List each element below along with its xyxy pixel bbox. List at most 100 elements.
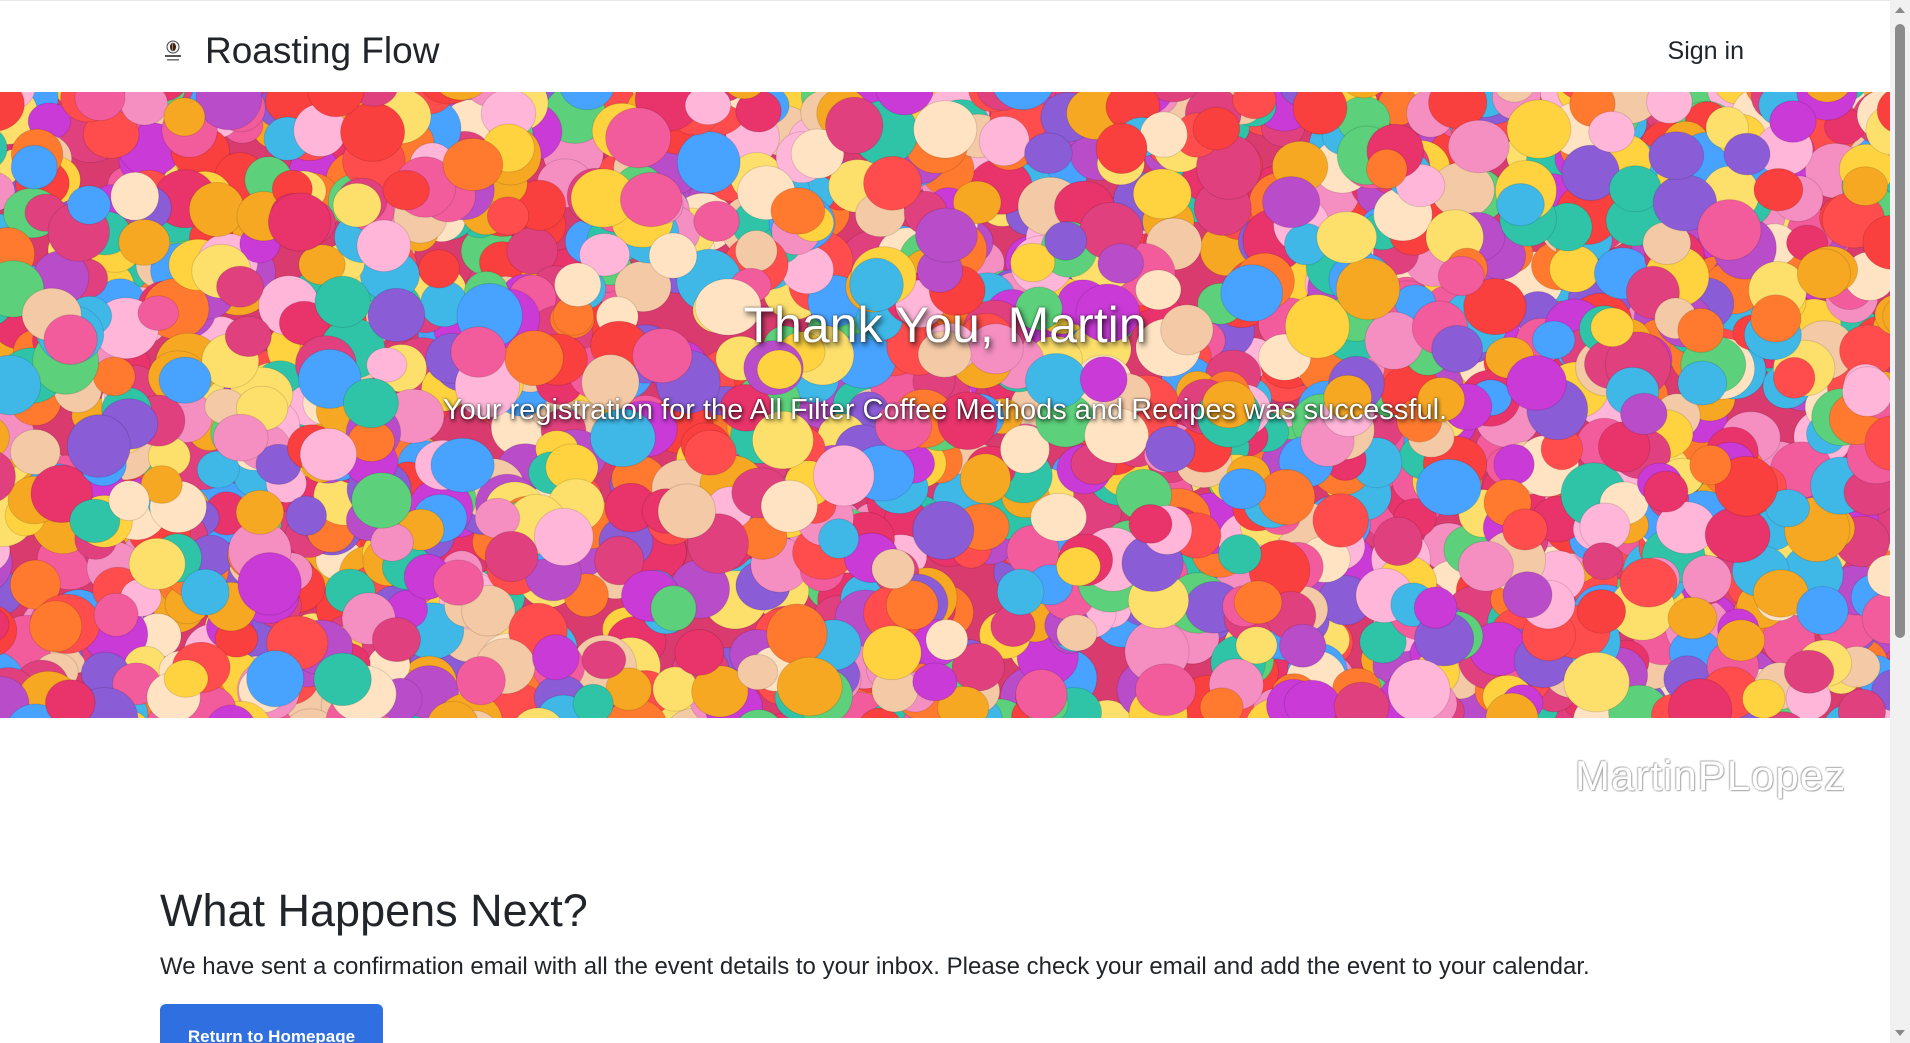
confetti-piece — [1030, 492, 1087, 542]
confetti-piece — [770, 187, 826, 235]
confetti-piece — [776, 656, 843, 717]
confetti-piece — [371, 617, 421, 663]
confetti-piece — [978, 115, 1030, 167]
confetti-piece — [1366, 148, 1408, 190]
confetti-piece — [1218, 468, 1267, 510]
confetti-piece — [1387, 659, 1451, 718]
confetti-piece — [456, 656, 506, 706]
confetti-piece — [684, 92, 732, 126]
confetti-piece — [1582, 542, 1624, 581]
confetti-piece — [10, 144, 58, 190]
confetti-piece — [581, 640, 627, 680]
confetti-piece — [332, 182, 382, 228]
confetti-piece — [605, 107, 672, 169]
confetti-piece — [29, 600, 83, 653]
confetti-piece — [925, 619, 969, 661]
confetti-piece — [1015, 669, 1068, 718]
confetti-piece — [1279, 623, 1327, 668]
confetti-piece — [93, 356, 136, 397]
confetti-piece — [486, 196, 530, 236]
confetti-piece — [959, 453, 1012, 505]
confetti-piece — [1316, 211, 1378, 264]
what-happens-next-heading: What Happens Next? — [160, 885, 588, 936]
confetti-piece — [430, 437, 495, 493]
confetti-piece — [1493, 443, 1535, 485]
confetti-piece — [180, 568, 230, 616]
confetti-piece — [674, 629, 725, 676]
brand-name: Roasting Flow — [205, 30, 440, 71]
page: Roasting Flow Sign in Thank You, Martin … — [0, 0, 1910, 1043]
confetti-piece — [1689, 444, 1732, 486]
confetti-piece — [93, 592, 139, 637]
confetti-piece — [108, 480, 150, 522]
confetti-piece — [619, 172, 683, 228]
confetti-piece — [1056, 546, 1101, 587]
confetti-piece — [1769, 100, 1817, 143]
confetti-piece — [912, 662, 958, 702]
confetti-piece — [1128, 504, 1173, 544]
confetti-piece — [1262, 176, 1321, 229]
confetti-piece — [382, 169, 430, 211]
confetti-piece — [913, 100, 978, 159]
confetti-piece — [1233, 580, 1283, 625]
coffee-bean-logo-icon — [165, 40, 181, 61]
confetti-piece — [1783, 649, 1835, 694]
confetti-piece — [1796, 248, 1852, 300]
confetti-piece — [1496, 183, 1545, 227]
brand-link[interactable]: Roasting Flow — [161, 28, 439, 74]
confetti-piece — [1753, 168, 1804, 212]
confetti-piece — [1145, 425, 1196, 473]
confetti-piece — [1132, 168, 1192, 220]
confetti-piece — [484, 530, 539, 583]
confetti-piece — [760, 479, 818, 533]
confetti-piece — [285, 495, 327, 536]
confetti-piece — [1563, 651, 1630, 713]
confetti-piece — [1716, 619, 1766, 662]
top-navbar: Roasting Flow Sign in — [0, 0, 1890, 92]
confetti-piece — [1095, 122, 1148, 175]
confetti-piece — [1044, 221, 1088, 261]
confetti-piece — [812, 444, 875, 507]
confetti-piece — [1697, 199, 1762, 261]
confetti-piece — [825, 96, 884, 155]
confetti-piece — [1415, 458, 1482, 516]
vertical-scrollbar[interactable] — [1890, 0, 1910, 1043]
confetti-piece — [118, 218, 171, 266]
confetti-piece — [996, 568, 1045, 616]
confetti-piece — [1648, 131, 1705, 181]
confetti-piece — [1667, 596, 1718, 640]
confetti-piece — [736, 654, 779, 691]
confetti-piece — [650, 585, 697, 632]
confetti-piece — [1576, 589, 1627, 634]
return-to-homepage-button[interactable]: Return to Homepage — [160, 1004, 383, 1043]
confetti-piece — [128, 537, 186, 590]
confetti-piece — [648, 232, 698, 279]
hero-banner: Thank You, Martin Your registration for … — [0, 92, 1890, 718]
confetti-piece — [657, 483, 717, 540]
confetti-piece — [432, 559, 484, 606]
confetti-piece — [533, 507, 594, 567]
confetti-piece — [1549, 245, 1601, 293]
confetti-piece — [693, 200, 740, 243]
confetti-piece — [1588, 110, 1636, 153]
confetti-piece — [863, 155, 922, 211]
scroll-down-arrow-icon[interactable] — [1895, 1030, 1905, 1036]
scroll-up-arrow-icon[interactable] — [1895, 7, 1905, 13]
confetti-piece — [235, 489, 285, 535]
confetti-piece — [1056, 614, 1098, 652]
confetti-piece — [370, 522, 415, 562]
confetti-piece — [1842, 166, 1889, 207]
confetti-piece — [1218, 534, 1262, 575]
confetti-piece — [1413, 586, 1458, 629]
confetti-piece — [1024, 132, 1073, 174]
confetti-piece — [1723, 132, 1771, 176]
confetti-piece — [1135, 663, 1197, 717]
confetti-piece — [1457, 540, 1514, 592]
scrollbar-thumb[interactable] — [1895, 24, 1905, 638]
confetti-piece — [1312, 493, 1369, 548]
confetti-piece — [1643, 470, 1689, 513]
confetti-piece — [1796, 586, 1849, 635]
sign-in-link[interactable]: Sign in — [1668, 37, 1744, 66]
confetti-piece — [417, 249, 461, 289]
hero-subtitle: Your registration for the All Filter Cof… — [442, 394, 1448, 426]
